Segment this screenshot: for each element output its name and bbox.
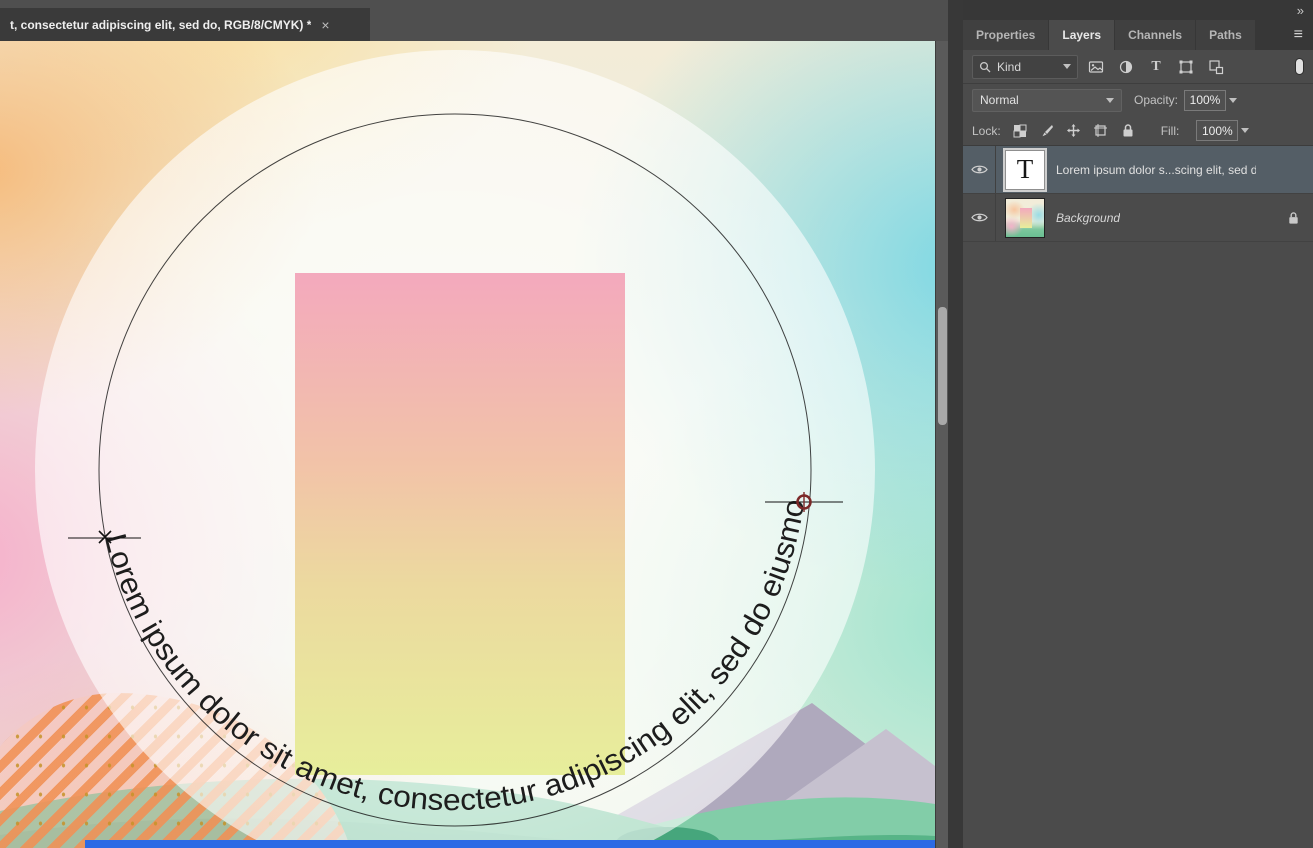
search-icon [979, 61, 991, 73]
layer-name[interactable]: Background [1056, 211, 1120, 225]
lock-image-pixels-button[interactable] [1039, 123, 1055, 139]
lock-position-button[interactable] [1066, 123, 1082, 139]
panel-overflow-icon[interactable]: » [1297, 4, 1304, 17]
brush-icon [1039, 123, 1054, 138]
kind-label: Kind [997, 60, 1021, 74]
tab-channels-label: Channels [1128, 28, 1182, 42]
filter-adjustment-layers-button[interactable] [1114, 55, 1138, 79]
tab-paths-label: Paths [1209, 28, 1242, 42]
blend-row: Normal Opacity: 100% [963, 84, 1313, 116]
tab-layers[interactable]: Layers [1049, 20, 1114, 50]
tab-paths[interactable]: Paths [1196, 20, 1255, 50]
canvas-vertical-scrollbar[interactable] [935, 41, 948, 848]
layer-row-type[interactable]: T Lorem ipsum dolor s...scing elit, sed … [963, 146, 1313, 194]
layer-row-background[interactable]: Background [963, 194, 1313, 242]
layer-name[interactable]: Lorem ipsum dolor s...scing elit, sed do [1056, 163, 1256, 177]
image-icon [1088, 59, 1104, 75]
opacity-label: Opacity: [1134, 93, 1178, 107]
layers-list: T Lorem ipsum dolor s...scing elit, sed … [963, 146, 1313, 242]
panel-header: » [963, 0, 1313, 20]
document-tab-bar: t, consectetur adipiscing elit, sed do, … [0, 0, 948, 41]
eye-icon [971, 212, 988, 223]
lock-transparent-pixels-button[interactable] [1012, 123, 1028, 139]
artboard-icon [1093, 123, 1108, 138]
fill-label: Fill: [1161, 124, 1180, 138]
eye-icon [971, 164, 988, 175]
filter-type-layers-button[interactable]: T [1144, 55, 1168, 79]
opacity-input[interactable]: 100% [1184, 90, 1226, 111]
text-on-path[interactable]: Lorem ipsum dolor sit amet, consectetur … [0, 41, 811, 817]
lock-row: Lock: [963, 116, 1313, 146]
chevron-down-icon [1063, 64, 1071, 69]
lock-icon [1287, 211, 1300, 225]
tab-properties[interactable]: Properties [963, 20, 1048, 50]
layer-filtering-toggle[interactable] [1295, 58, 1304, 75]
layer-locked-indicator [1287, 211, 1300, 225]
filter-shape-layers-button[interactable] [1174, 55, 1198, 79]
type-layer-thumbnail[interactable]: T [1005, 150, 1045, 190]
fill-input[interactable]: 100% [1196, 120, 1238, 141]
tab-layers-label: Layers [1062, 28, 1101, 42]
tab-properties-label: Properties [976, 28, 1035, 42]
layer-filter-row: Kind T [963, 50, 1313, 84]
layers-panel-body: Kind T [963, 50, 1313, 848]
lock-artboard-nesting-button[interactable] [1093, 123, 1109, 139]
tab-channels[interactable]: Channels [1115, 20, 1195, 50]
panel-menu-icon[interactable]: ≡ [1284, 20, 1313, 50]
lock-icon [1121, 123, 1135, 138]
canvas[interactable]: Lorem ipsum dolor sit amet, consectetur … [0, 41, 935, 848]
filter-pixel-layers-button[interactable] [1084, 55, 1108, 79]
photoshop-window: t, consectetur adipiscing elit, sed do, … [0, 0, 1313, 848]
lock-all-button[interactable] [1120, 123, 1136, 139]
filter-smart-objects-button[interactable] [1204, 55, 1228, 79]
panel-tab-bar: Properties Layers Channels Paths ≡ [963, 20, 1313, 50]
thumbnail-rect-detail [1020, 208, 1032, 228]
panel-dock: » Properties Layers Channels Paths ≡ [963, 0, 1313, 848]
blend-mode-select[interactable]: Normal [972, 89, 1122, 112]
close-document-icon[interactable]: × [321, 18, 329, 32]
visibility-toggle[interactable] [963, 146, 996, 193]
type-thumbnail-glyph: T [1017, 154, 1034, 185]
move-icon [1066, 123, 1081, 138]
checkerboard-icon [1013, 124, 1027, 138]
type-path-overlay: Lorem ipsum dolor sit amet, consectetur … [0, 41, 935, 848]
opacity-dropdown-icon[interactable] [1229, 98, 1237, 103]
document-tab[interactable]: t, consectetur adipiscing elit, sed do, … [0, 8, 370, 41]
visibility-toggle[interactable] [963, 194, 996, 241]
lock-label: Lock: [972, 124, 1001, 138]
chevron-down-icon [1106, 98, 1114, 103]
blend-mode-value: Normal [980, 93, 1019, 107]
adjustment-icon [1118, 59, 1134, 75]
layer-filter-kind-select[interactable]: Kind [972, 55, 1078, 79]
background-layer-thumbnail[interactable] [1005, 198, 1045, 238]
fill-dropdown-icon[interactable] [1241, 128, 1249, 133]
document-title: t, consectetur adipiscing elit, sed do, … [10, 18, 311, 32]
scrollbar-thumb[interactable] [938, 307, 947, 425]
shape-icon [1178, 59, 1194, 75]
smart-object-icon [1208, 59, 1224, 75]
